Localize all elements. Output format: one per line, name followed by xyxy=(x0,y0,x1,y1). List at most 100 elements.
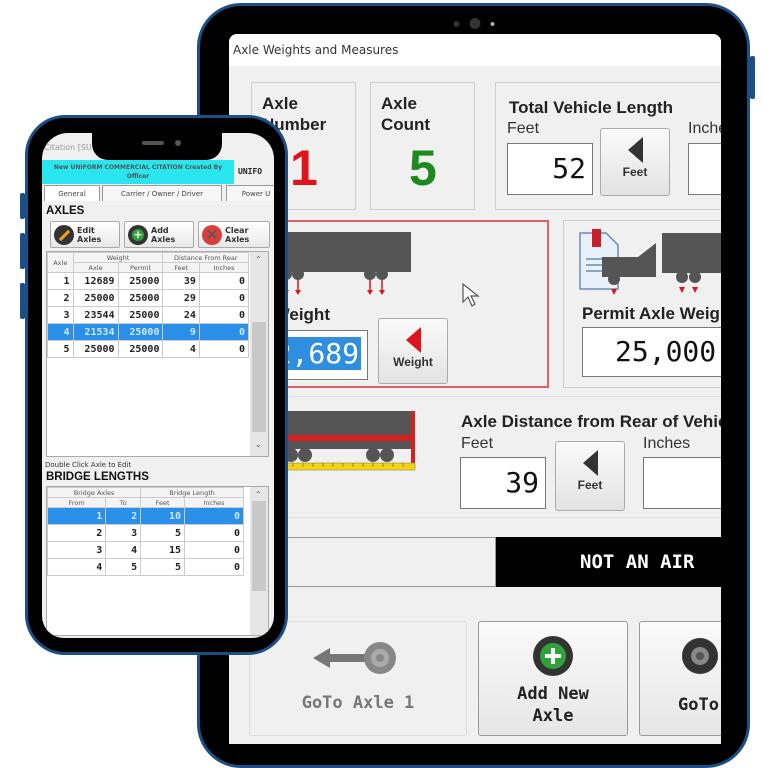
grid-cell: 3 xyxy=(46,541,107,559)
col-header-to: To xyxy=(105,497,142,508)
grid-cell: 3 xyxy=(105,524,142,542)
grid-cell: 12689 xyxy=(72,272,119,290)
goto-axle-1-button[interactable]: GoTo Axle 1 xyxy=(249,621,467,736)
total-length-feet-label: Feet xyxy=(507,120,540,137)
total-length-feet-input[interactable]: 52 xyxy=(507,143,593,195)
citation-tabs: General Carrier / Owner / Driver Power U xyxy=(42,185,274,201)
grid-cell: 2 xyxy=(47,289,74,307)
grid-cell: 25000 xyxy=(117,289,164,307)
grid-cell: 39 xyxy=(162,272,200,290)
grid-cell: 4 xyxy=(46,558,107,576)
grid-cell: 0 xyxy=(198,272,250,290)
grid-cell: 25000 xyxy=(117,323,164,341)
tab-power-unit[interactable]: Power U xyxy=(226,185,274,201)
grid-cell: 0 xyxy=(184,541,244,559)
axle-distance-feet-input[interactable]: 39 xyxy=(460,457,546,509)
grid-cell: 0 xyxy=(184,558,244,576)
clear-axles-button[interactable]: ✕ Clear Axles xyxy=(198,221,270,248)
axle-row[interactable]: 5 25000 25000 4 0 xyxy=(47,340,250,358)
bridge-scrollbar-thumb[interactable] xyxy=(252,501,266,591)
axle-number-value: 1 xyxy=(290,140,318,196)
total-length-feet-button[interactable]: Feet xyxy=(600,128,670,196)
window-title: Axle Weights and Measures xyxy=(229,34,721,66)
grid-cell: 4 xyxy=(47,323,74,341)
scroll-down-icon[interactable]: ⌄ xyxy=(255,440,262,449)
grid-cell: 23544 xyxy=(72,306,119,324)
weight-button-label: Weight xyxy=(393,355,433,369)
grid-cell: 9 xyxy=(162,323,200,341)
add-axles-label: Add Axles xyxy=(151,226,176,244)
axle-row[interactable]: 4 21534 25000 9 0 xyxy=(47,323,250,341)
citation-window-title: Citation [SU xyxy=(44,143,92,152)
bridge-row[interactable]: 2350 xyxy=(46,524,244,542)
grid-cell: 2 xyxy=(46,524,107,542)
col-header-bridge-feet: Feet xyxy=(140,497,186,508)
grid-cell: 25000 xyxy=(72,289,119,307)
axles-scrollbar-thumb[interactable] xyxy=(252,322,266,432)
add-new-axle-button[interactable]: Add New Axle xyxy=(478,621,628,736)
grid-cell: 24 xyxy=(162,306,200,324)
tab-general[interactable]: General xyxy=(44,185,100,201)
axle-weight-button[interactable]: Weight xyxy=(378,318,448,384)
add-circle-icon: + xyxy=(128,225,148,245)
permit-truck-icon xyxy=(579,229,721,295)
col-header-from: From xyxy=(46,497,107,508)
axle-row[interactable]: 3 23544 25000 24 0 xyxy=(47,306,250,324)
phone-mute-button xyxy=(20,193,25,219)
grid-cell: 0 xyxy=(184,524,244,542)
scroll-up-icon[interactable]: ⌃ xyxy=(255,490,262,499)
group-header-bridge-length: Bridge Length xyxy=(140,487,244,498)
bridge-lengths-title: BRIDGE LENGTHS xyxy=(46,471,149,483)
add-circle-icon xyxy=(533,636,573,676)
grid-cell: 29 xyxy=(162,289,200,307)
axle-row[interactable]: 1 12689 25000 39 0 xyxy=(47,272,250,290)
scroll-up-icon[interactable]: ⌃ xyxy=(255,255,262,264)
permit-weight-label: Permit Axle Weight xyxy=(582,304,721,323)
citation-window: Citation [SU New UNIFORM COMMERCIAL CITA… xyxy=(42,133,274,638)
clear-x-icon: ✕ xyxy=(202,225,222,245)
grid-cell: 4 xyxy=(105,541,142,559)
grid-cell: 1 xyxy=(46,507,107,525)
goto-last-axle-button[interactable]: GoTo xyxy=(639,621,721,736)
phone-notch xyxy=(92,133,222,160)
tablet-camera xyxy=(453,18,494,29)
target-icon xyxy=(682,638,718,674)
grid-cell: 5 xyxy=(140,524,186,542)
goto-last-label: GoTo xyxy=(678,695,719,715)
bridge-row[interactable]: 3 4 15 0 xyxy=(46,541,244,559)
grid-cell: 3 xyxy=(47,306,74,324)
tab-carrier-owner-driver[interactable]: Carrier / Owner / Driver xyxy=(102,185,222,201)
bridge-scrollbar[interactable]: ⌃ xyxy=(250,487,268,635)
add-axles-button[interactable]: + Add Axles xyxy=(124,221,194,248)
col-header-axle-weight: Axle xyxy=(72,262,119,273)
axle-distance-feet-button[interactable]: Feet xyxy=(555,441,625,511)
axle-distance-panel: Axle Distance from Rear of Vehicle Feet … xyxy=(229,396,721,518)
col-header-feet: Feet xyxy=(162,262,200,273)
grid-cell: 1 xyxy=(47,272,74,290)
grid-cell: 0 xyxy=(198,306,250,324)
arrow-left-icon xyxy=(627,137,643,163)
axles-scrollbar[interactable]: ⌃ ⌄ xyxy=(250,252,268,456)
col-header-permit: Permit xyxy=(117,262,164,273)
total-length-inches-input[interactable] xyxy=(688,143,721,195)
axle-row[interactable]: 2 25000 25000 29 0 xyxy=(47,289,250,307)
permit-weight-input[interactable]: 25,000 xyxy=(582,327,721,377)
phone-volume-down-button xyxy=(20,283,25,319)
phone-device: Citation [SU New UNIFORM COMMERCIAL CITA… xyxy=(20,115,288,655)
grid-cell: 21534 xyxy=(72,323,119,341)
col-header-inches: Inches xyxy=(198,262,250,273)
arrow-left-icon xyxy=(405,327,421,353)
bridge-row[interactable]: 4550 xyxy=(46,558,244,576)
grid-cell: 5 xyxy=(105,558,142,576)
edit-axles-button[interactable]: Edit Axles xyxy=(50,221,120,248)
axle-distance-inches-input[interactable] xyxy=(643,457,721,509)
grid-cell: 0 xyxy=(184,507,244,525)
axles-section-title: AXLES xyxy=(46,205,85,217)
bridge-row[interactable]: 1 2 10 0 xyxy=(46,507,244,525)
grid-cell: 25000 xyxy=(72,340,119,358)
axle-distance-feet-label: Feet xyxy=(461,435,494,452)
grid-cell: 25000 xyxy=(117,272,164,290)
axle-distance-title: Axle Distance from Rear of Vehicle xyxy=(461,412,721,431)
axles-hint: Double Click Axle to Edit xyxy=(45,461,132,469)
grid-cell: 0 xyxy=(198,323,250,341)
